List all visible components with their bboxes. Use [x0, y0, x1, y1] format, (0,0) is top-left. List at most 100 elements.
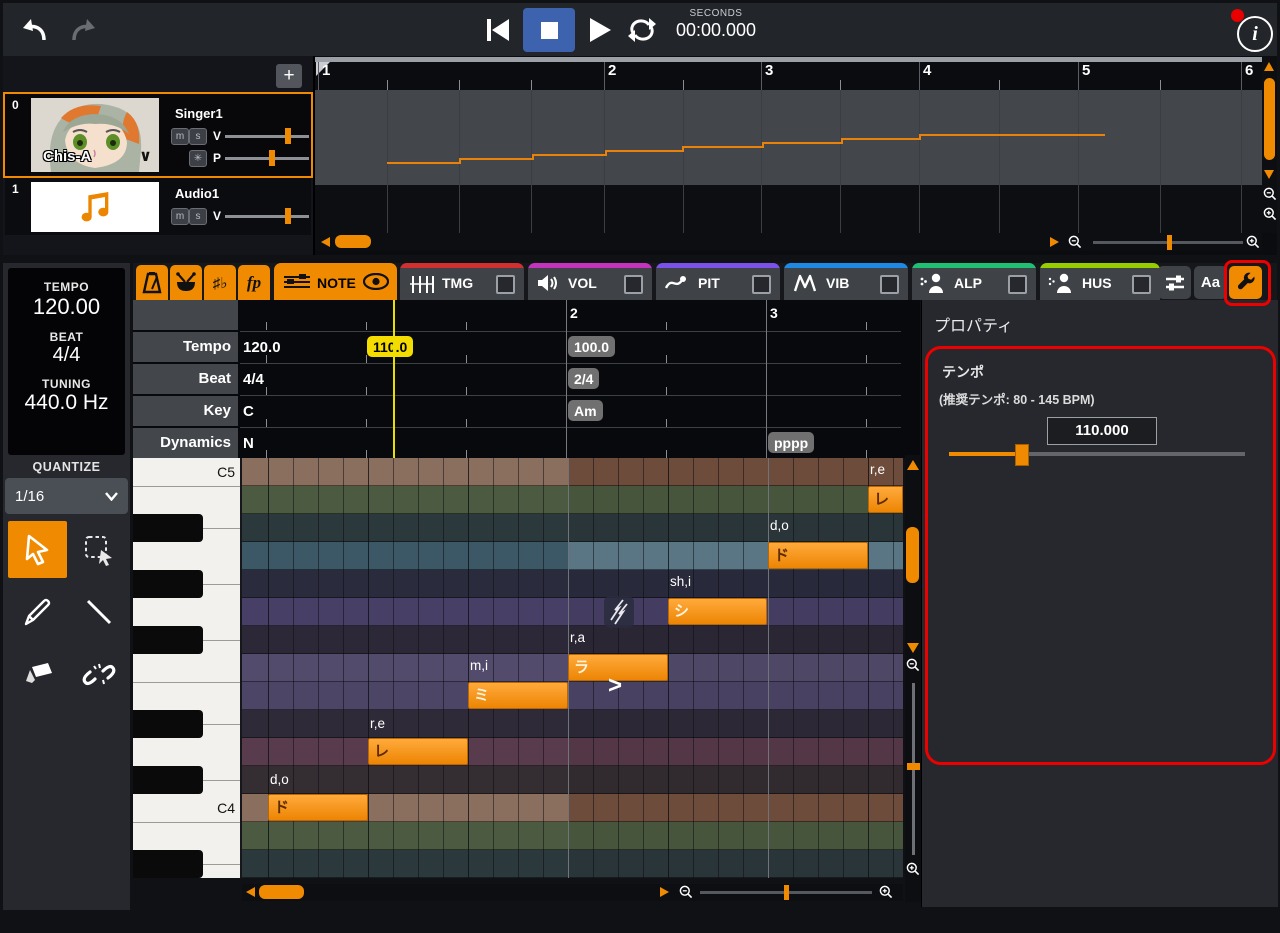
arrange-lane-audio1[interactable] — [315, 185, 1262, 233]
tab-alp[interactable]: ALP — [912, 263, 1036, 300]
tab-tmg[interactable]: TMG — [400, 263, 524, 300]
scroll-right-icon[interactable] — [1050, 237, 1059, 247]
beat-initial[interactable]: 4/4 — [243, 371, 264, 388]
tempo-event[interactable]: 100.0 — [568, 336, 615, 357]
zoom-in-horizontal-button[interactable] — [878, 884, 894, 900]
properties-wrench-button[interactable] — [1229, 266, 1262, 299]
zoom-out-horizontal-button[interactable] — [678, 884, 694, 900]
note-b4[interactable]: レ — [868, 486, 903, 513]
accidentals-button[interactable]: ♯♭ — [204, 265, 236, 300]
tab-vol[interactable]: VOL — [528, 263, 652, 300]
vertical-zoom-slider-handle[interactable] — [907, 763, 920, 770]
zoom-out-vertical-button[interactable] — [1262, 186, 1278, 202]
accent-mark[interactable]: > — [608, 672, 622, 700]
rewind-button[interactable] — [481, 15, 515, 45]
mute-button[interactable]: m — [171, 208, 189, 225]
tab-hus-checkbox[interactable] — [1132, 275, 1151, 294]
tab-tmg-checkbox[interactable] — [496, 275, 515, 294]
info-button[interactable]: i — [1237, 16, 1273, 52]
play-button[interactable] — [583, 15, 617, 45]
pan-slider[interactable] — [225, 150, 309, 166]
tool-line[interactable] — [69, 583, 128, 640]
playhead-cursor[interactable] — [393, 300, 395, 458]
tab-alp-checkbox[interactable] — [1008, 275, 1027, 294]
volume-slider[interactable] — [225, 208, 309, 224]
quantize-dropdown[interactable]: 1/16 — [5, 478, 128, 514]
tab-pit[interactable]: PIT — [656, 263, 780, 300]
zoom-in-horizontal-button[interactable] — [1245, 234, 1261, 250]
zoom-out-horizontal-button[interactable] — [1067, 234, 1083, 250]
solo-button[interactable]: s — [189, 128, 207, 145]
solo-button[interactable]: s — [189, 208, 207, 225]
mute-button[interactable]: m — [171, 128, 189, 145]
piano-roll-grid[interactable]: ド レ ミ ラ シ ド レ d,o r,e m,i r,a sh,i d,o r… — [242, 458, 903, 878]
note-d4[interactable]: レ — [368, 738, 468, 765]
ornament-attack-badge[interactable] — [604, 596, 634, 628]
add-track-button[interactable]: + — [276, 64, 302, 88]
tempo-value-input[interactable]: 110.000 — [1047, 417, 1157, 445]
undo-button[interactable] — [17, 13, 53, 47]
tool-cursor[interactable] — [8, 521, 67, 578]
tool-eraser[interactable] — [8, 646, 67, 703]
scroll-left-icon[interactable] — [321, 237, 330, 247]
tab-note[interactable]: NOTE — [274, 263, 397, 300]
tab-pit-checkbox[interactable] — [752, 275, 771, 294]
tempo-slider-handle[interactable] — [1015, 444, 1029, 466]
scroll-left-icon[interactable] — [246, 887, 255, 897]
metronome-button[interactable] — [136, 265, 168, 300]
scroll-right-icon[interactable] — [660, 887, 669, 897]
loop-button[interactable] — [625, 15, 659, 45]
redo-button[interactable] — [65, 13, 101, 47]
tab-vib[interactable]: VIB — [784, 263, 908, 300]
pianoroll-hscroll-handle[interactable] — [259, 885, 304, 899]
arrange-marker-bar[interactable] — [315, 57, 1262, 62]
voice-select-chevron-icon[interactable]: ∨ — [139, 146, 152, 166]
dynamics-event[interactable]: pppp — [768, 432, 814, 453]
track-row-audio1[interactable]: 1 Audio1 m s V — [5, 178, 311, 235]
pianoroll-zoom-slider-handle[interactable] — [784, 885, 789, 900]
pan-slider-handle[interactable] — [269, 150, 275, 166]
black-key-fsharp4[interactable] — [133, 626, 203, 654]
note-g4[interactable]: シ — [668, 598, 767, 625]
drum-button[interactable] — [170, 265, 202, 300]
eye-icon[interactable] — [363, 273, 389, 290]
tool-rect-select[interactable] — [69, 521, 128, 578]
black-key-asharp3[interactable] — [133, 850, 203, 878]
note-c4[interactable]: ド — [268, 794, 368, 821]
stop-button[interactable] — [523, 8, 575, 52]
note-a4[interactable]: ド — [768, 542, 868, 569]
key-initial[interactable]: C — [243, 403, 254, 420]
zoom-in-vertical-button[interactable] — [905, 861, 921, 877]
track-row-singer1[interactable]: 0 Chis-A ∨ — [3, 92, 313, 178]
volume-slider-handle[interactable] — [285, 208, 291, 224]
scroll-up-icon[interactable] — [907, 460, 919, 470]
black-key-gsharp4[interactable] — [133, 570, 203, 598]
zoom-in-vertical-button[interactable] — [1262, 206, 1278, 222]
scroll-down-icon[interactable] — [1264, 170, 1274, 179]
arrange-zoom-slider-handle[interactable] — [1167, 235, 1172, 250]
volume-slider[interactable] — [225, 128, 309, 144]
arrange-hscroll-handle[interactable] — [335, 235, 371, 248]
dynamics-initial[interactable]: N — [243, 435, 254, 452]
audio-thumbnail[interactable] — [31, 182, 159, 232]
scroll-up-icon[interactable] — [1264, 62, 1274, 71]
key-event[interactable]: Am — [568, 400, 603, 421]
tempo-event-selected[interactable]: 110.0 — [367, 336, 413, 357]
piano-keyboard[interactable]: C5 C4 — [133, 458, 242, 878]
voice-avatar[interactable]: Chis-A ∨ — [31, 98, 159, 172]
tab-hus[interactable]: HUS — [1040, 263, 1160, 300]
tab-vol-checkbox[interactable] — [624, 275, 643, 294]
volume-slider-handle[interactable] — [285, 128, 291, 144]
pianoroll-vscroll-handle[interactable] — [906, 527, 919, 583]
beat-event[interactable]: 2/4 — [568, 368, 599, 389]
black-key-csharp4[interactable] — [133, 766, 203, 794]
tool-pencil[interactable] — [8, 583, 67, 640]
dynamics-button[interactable]: fp — [238, 265, 270, 300]
scroll-down-icon[interactable] — [907, 643, 919, 653]
tempo-initial[interactable]: 120.0 — [243, 339, 281, 356]
arrange-vscroll-handle[interactable] — [1264, 78, 1275, 160]
tool-unlink[interactable] — [69, 646, 128, 703]
black-key-dsharp4[interactable] — [133, 710, 203, 738]
parameter-settings-button[interactable] — [1158, 266, 1191, 299]
note-e4[interactable]: ミ — [468, 682, 568, 709]
